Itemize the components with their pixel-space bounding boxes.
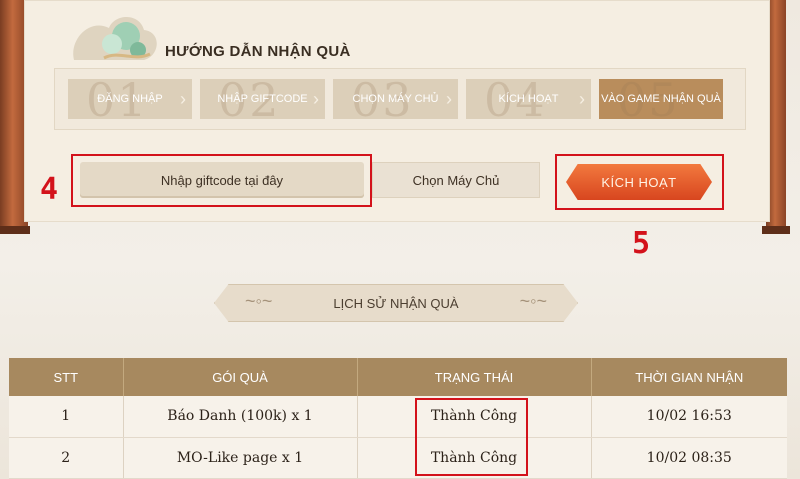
cell-stt: 1 bbox=[9, 396, 123, 438]
cell-time: 10/02 08:35 bbox=[590, 437, 787, 479]
step-activate: 04 KÍCH HOẠT › bbox=[466, 79, 591, 119]
swirl-left-icon: ~◦~ bbox=[245, 291, 273, 311]
guide-title: HƯỚNG DẪN NHẬN QUÀ bbox=[165, 43, 351, 60]
step-marker-4: 4 bbox=[40, 172, 59, 207]
history-title: LỊCH SỬ NHẬN QUÀ bbox=[333, 295, 459, 311]
chevron-right-icon: › bbox=[180, 89, 186, 109]
table-header-row: STT GÓI QUÀ TRẠNG THÁI THỜI GIAN NHẬN bbox=[9, 358, 787, 396]
column-header-stt: STT bbox=[9, 358, 123, 396]
step-marker-5: 5 bbox=[632, 226, 651, 261]
server-select[interactable]: Chọn Máy Chủ bbox=[372, 162, 540, 198]
right-pillar-base bbox=[762, 226, 790, 234]
highlight-box-status bbox=[415, 398, 528, 476]
chevron-right-icon: › bbox=[313, 89, 319, 109]
column-header-time: THỜI GIAN NHẬN bbox=[590, 358, 787, 396]
history-table: STT GÓI QUÀ TRẠNG THÁI THỜI GIAN NHẬN 1 … bbox=[9, 358, 787, 479]
cell-gift: Báo Danh (100k) x 1 bbox=[122, 396, 357, 438]
column-header-status: TRẠNG THÁI bbox=[356, 358, 591, 396]
table-row: 1 Báo Danh (100k) x 1 Thành Công 10/02 1… bbox=[9, 396, 787, 438]
cell-time: 10/02 16:53 bbox=[590, 396, 787, 438]
step-login: 01 ĐĂNG NHẬP › bbox=[68, 79, 192, 119]
step-enter-game: 05 VÀO GAME NHẬN QUÀ bbox=[599, 79, 723, 119]
chevron-right-icon: › bbox=[446, 89, 452, 109]
chevron-right-icon: › bbox=[579, 89, 585, 109]
history-title-banner: ~◦~ LỊCH SỬ NHẬN QUÀ ~◦~ bbox=[214, 284, 578, 322]
step-enter-giftcode: 02 NHẬP GIFTCODE › bbox=[200, 79, 325, 119]
swirl-right-icon: ~◦~ bbox=[519, 291, 547, 311]
activate-button[interactable]: KÍCH HOẠT bbox=[566, 164, 712, 200]
column-header-gift: GÓI QUÀ bbox=[122, 358, 357, 396]
left-pillar-base bbox=[0, 226, 30, 234]
step-choose-server: 03 CHỌN MÁY CHỦ › bbox=[333, 79, 458, 119]
cell-stt: 2 bbox=[9, 437, 123, 479]
giftcode-input[interactable]: Nhập giftcode tại đây bbox=[80, 162, 364, 198]
cell-gift: MO-Like page x 1 bbox=[122, 437, 357, 479]
table-row: 2 MO-Like page x 1 Thành Công 10/02 08:3… bbox=[9, 437, 787, 479]
cloud-ornament-icon bbox=[73, 17, 157, 60]
